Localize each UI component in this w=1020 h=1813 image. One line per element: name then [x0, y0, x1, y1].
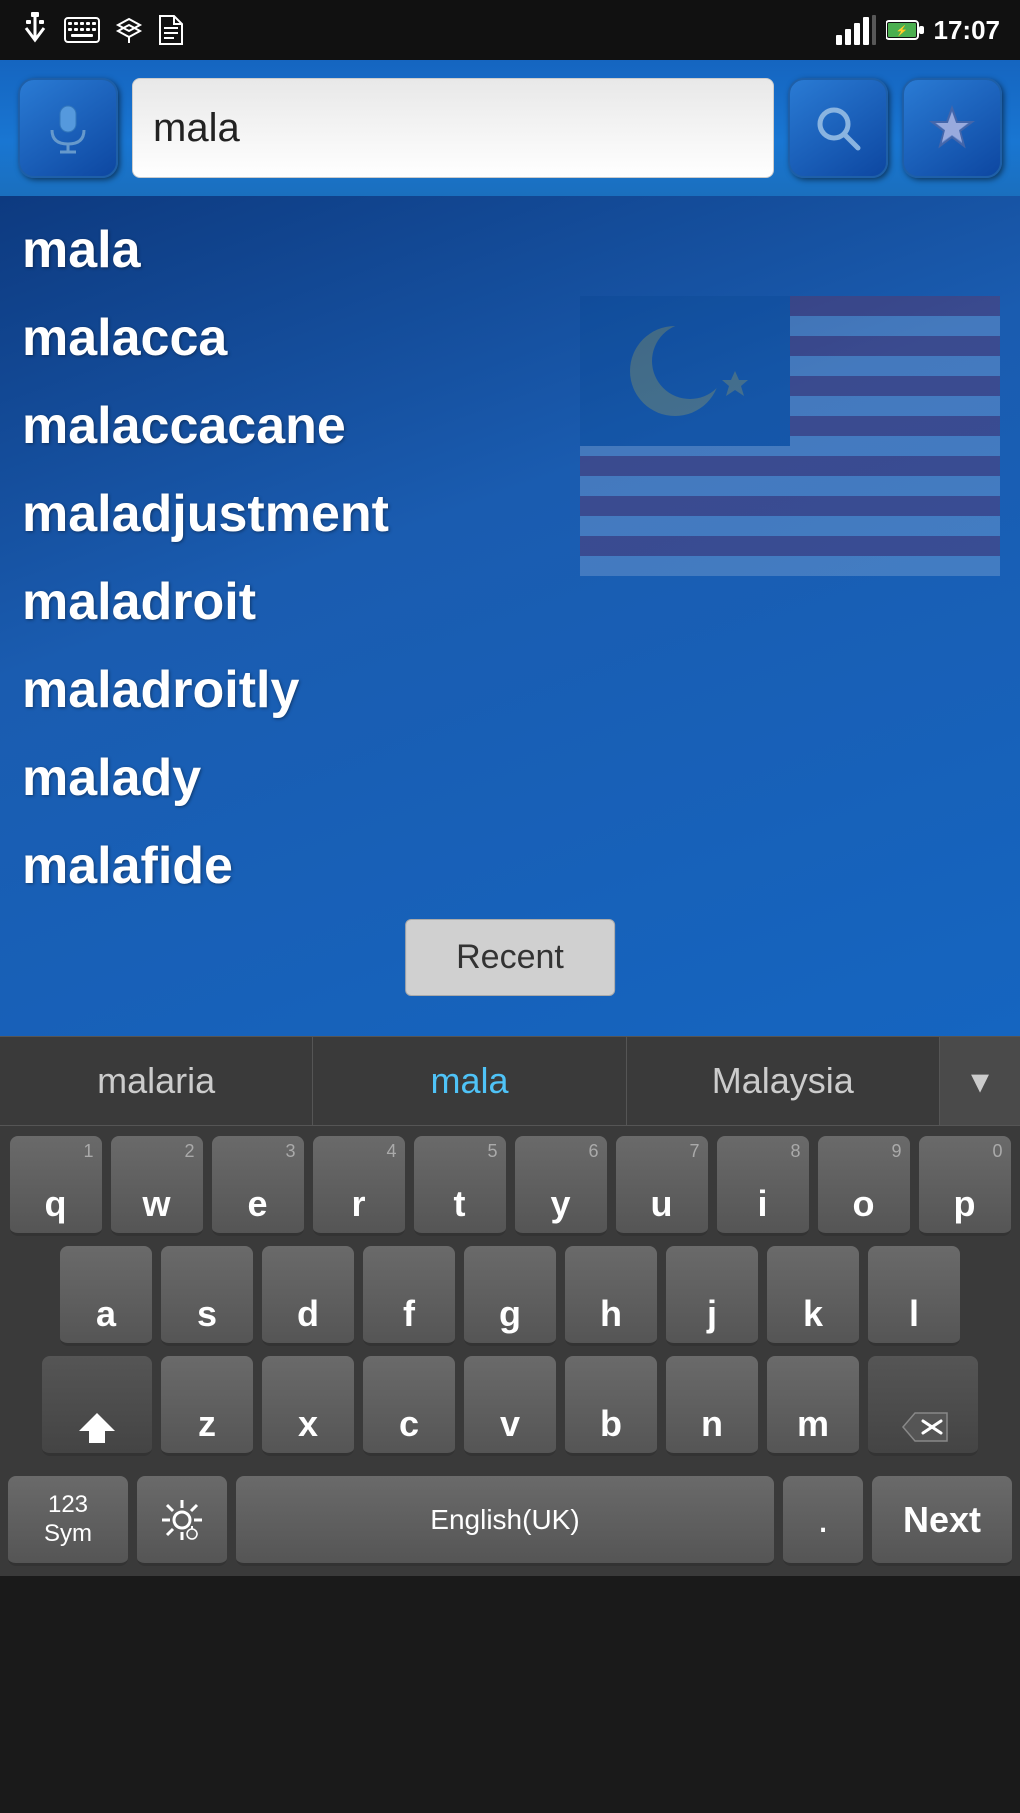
- key-p[interactable]: 0p: [919, 1136, 1011, 1236]
- period-key[interactable]: .: [783, 1476, 863, 1566]
- search-button[interactable]: [788, 78, 888, 178]
- bottom-row: 123 Sym English(UK) . Next: [0, 1466, 1020, 1576]
- key-c[interactable]: c: [363, 1356, 455, 1456]
- search-icon: [812, 102, 864, 154]
- keyboard-icon: [64, 17, 100, 43]
- key-x[interactable]: x: [262, 1356, 354, 1456]
- key-j[interactable]: j: [666, 1246, 758, 1346]
- mic-icon: [42, 102, 94, 154]
- status-bar: ⚡ 17:07: [0, 0, 1020, 60]
- backspace-key[interactable]: [868, 1356, 978, 1456]
- word-item[interactable]: maladjustment: [0, 470, 1020, 558]
- word-item[interactable]: malady: [0, 734, 1020, 822]
- key-a[interactable]: a: [60, 1246, 152, 1346]
- search-input-container[interactable]: [132, 78, 774, 178]
- key-row-3: z x c v b n m: [8, 1356, 1012, 1456]
- backspace-icon: [897, 1409, 949, 1445]
- autocomplete-word-2[interactable]: Malaysia: [627, 1037, 940, 1125]
- space-label: English(UK): [430, 1504, 579, 1536]
- word-item[interactable]: mala: [0, 206, 1020, 294]
- recent-button[interactable]: Recent: [405, 919, 615, 996]
- dropbox-icon: [114, 15, 144, 45]
- battery-icon: ⚡: [886, 19, 924, 41]
- header: [0, 60, 1020, 196]
- mic-button[interactable]: [18, 78, 118, 178]
- sym-key[interactable]: 123 Sym: [8, 1476, 128, 1566]
- signal-icon: [836, 15, 876, 45]
- autocomplete-word-0[interactable]: malaria: [0, 1037, 313, 1125]
- key-q[interactable]: 1q: [10, 1136, 102, 1236]
- key-row-1: 1q 2w 3e 4r 5t 6y 7u 8i 9o 0p: [8, 1136, 1012, 1236]
- search-input[interactable]: [153, 106, 753, 151]
- key-l[interactable]: l: [868, 1246, 960, 1346]
- usb-icon: [20, 12, 50, 48]
- word-list-area: mala malacca malaccacane maladjustment m…: [0, 196, 1020, 1036]
- word-item[interactable]: maladroit: [0, 558, 1020, 646]
- key-u[interactable]: 7u: [616, 1136, 708, 1236]
- shift-icon: [77, 1411, 117, 1445]
- key-f[interactable]: f: [363, 1246, 455, 1346]
- key-row-2: a s d f g h j k l: [8, 1246, 1012, 1346]
- autocomplete-expand-button[interactable]: ▾: [940, 1037, 1020, 1125]
- key-b[interactable]: b: [565, 1356, 657, 1456]
- chevron-down-icon: ▾: [971, 1060, 989, 1102]
- word-item[interactable]: malaccacane: [0, 382, 1020, 470]
- key-m[interactable]: m: [767, 1356, 859, 1456]
- key-g[interactable]: g: [464, 1246, 556, 1346]
- key-z[interactable]: z: [161, 1356, 253, 1456]
- key-i[interactable]: 8i: [717, 1136, 809, 1236]
- key-o[interactable]: 9o: [818, 1136, 910, 1236]
- autocomplete-bar: malaria mala Malaysia ▾: [0, 1036, 1020, 1126]
- key-y[interactable]: 6y: [515, 1136, 607, 1236]
- status-time: 17:07: [934, 15, 1001, 46]
- key-n[interactable]: n: [666, 1356, 758, 1456]
- status-right: ⚡ 17:07: [836, 15, 1001, 46]
- svg-text:⚡: ⚡: [895, 24, 907, 37]
- favorites-icon: [926, 102, 978, 154]
- word-item[interactable]: malacca: [0, 294, 1020, 382]
- next-key[interactable]: Next: [872, 1476, 1012, 1566]
- file-icon: [158, 14, 184, 46]
- settings-key[interactable]: [137, 1476, 227, 1566]
- status-icons: [20, 12, 184, 48]
- key-t[interactable]: 5t: [414, 1136, 506, 1236]
- key-d[interactable]: d: [262, 1246, 354, 1346]
- space-key[interactable]: English(UK): [236, 1476, 774, 1566]
- autocomplete-word-1[interactable]: mala: [313, 1037, 626, 1125]
- key-k[interactable]: k: [767, 1246, 859, 1346]
- word-list: mala malacca malaccacane maladjustment m…: [0, 206, 1020, 910]
- word-item[interactable]: malafide: [0, 822, 1020, 910]
- key-w[interactable]: 2w: [111, 1136, 203, 1236]
- keyboard: 1q 2w 3e 4r 5t 6y 7u 8i 9o 0p a s d f g …: [0, 1126, 1020, 1466]
- settings-icon: [160, 1498, 204, 1542]
- key-r[interactable]: 4r: [313, 1136, 405, 1236]
- key-s[interactable]: s: [161, 1246, 253, 1346]
- favorites-button[interactable]: [902, 78, 1002, 178]
- key-h[interactable]: h: [565, 1246, 657, 1346]
- key-v[interactable]: v: [464, 1356, 556, 1456]
- key-e[interactable]: 3e: [212, 1136, 304, 1236]
- shift-key[interactable]: [42, 1356, 152, 1456]
- word-item[interactable]: maladroitly: [0, 646, 1020, 734]
